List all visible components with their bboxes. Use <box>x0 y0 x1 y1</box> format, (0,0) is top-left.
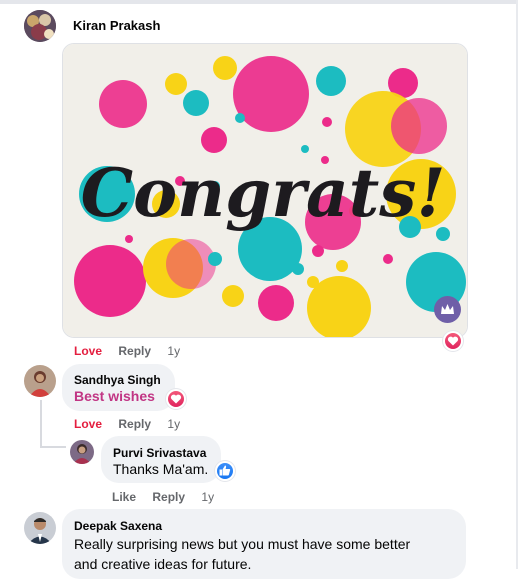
reply-actions: Like Reply 1y <box>112 490 227 504</box>
love-button[interactable]: Love <box>74 417 102 431</box>
thumbs-up-icon <box>219 465 231 476</box>
reply-text: Thanks Ma'am. <box>113 461 209 477</box>
congrats-image[interactable]: Congrats! <box>62 43 468 338</box>
avatar[interactable] <box>70 440 94 464</box>
timestamp[interactable]: 1y <box>201 490 214 504</box>
comment-bubble: Sandhya Singh Best wishes <box>62 364 175 411</box>
love-button[interactable]: Love <box>74 344 102 358</box>
comment-author[interactable]: Kiran Prakash <box>73 18 160 33</box>
love-reaction-badge[interactable] <box>443 331 463 351</box>
comment-text-line-1: Really surprising news but you must have… <box>74 536 411 552</box>
crown-badge-icon <box>434 296 461 323</box>
reply-button[interactable]: Reply <box>152 490 185 504</box>
like-button[interactable]: Like <box>112 490 136 504</box>
reply-bubble: Purvi Srivastava Thanks Ma'am. <box>101 436 221 483</box>
timestamp[interactable]: 1y <box>167 344 180 358</box>
timestamp[interactable]: 1y <box>167 417 180 431</box>
reply-button[interactable]: Reply <box>118 344 151 358</box>
comment-author[interactable]: Sandhya Singh <box>74 373 161 387</box>
love-reaction-badge[interactable] <box>166 389 186 409</box>
top-divider <box>0 0 518 4</box>
reply-thread-line <box>40 400 42 448</box>
comment-text: Best wishes <box>74 388 155 404</box>
reply-button[interactable]: Reply <box>118 417 151 431</box>
avatar-photo-icon <box>24 512 56 544</box>
avatar[interactable] <box>24 512 56 544</box>
avatar[interactable] <box>24 10 56 42</box>
heart-icon <box>447 336 459 346</box>
avatar-photo-icon <box>24 10 56 42</box>
comment-text-line-2: and creative ideas for future. <box>74 556 252 572</box>
reply-thread-curve <box>40 446 66 448</box>
avatar-photo-icon <box>24 365 56 397</box>
avatar[interactable] <box>24 365 56 397</box>
avatar-photo-icon <box>70 440 94 464</box>
comment-actions: Love Reply 1y <box>74 417 193 431</box>
congrats-artwork: Congrats! <box>63 44 467 337</box>
like-reaction-badge[interactable] <box>215 461 235 481</box>
comment-actions: Love Reply 1y <box>74 344 193 358</box>
congrats-image-text: Congrats! <box>81 154 446 232</box>
heart-icon <box>170 394 182 404</box>
comment-author[interactable]: Deepak Saxena <box>74 519 162 533</box>
reply-author[interactable]: Purvi Srivastava <box>113 446 206 460</box>
